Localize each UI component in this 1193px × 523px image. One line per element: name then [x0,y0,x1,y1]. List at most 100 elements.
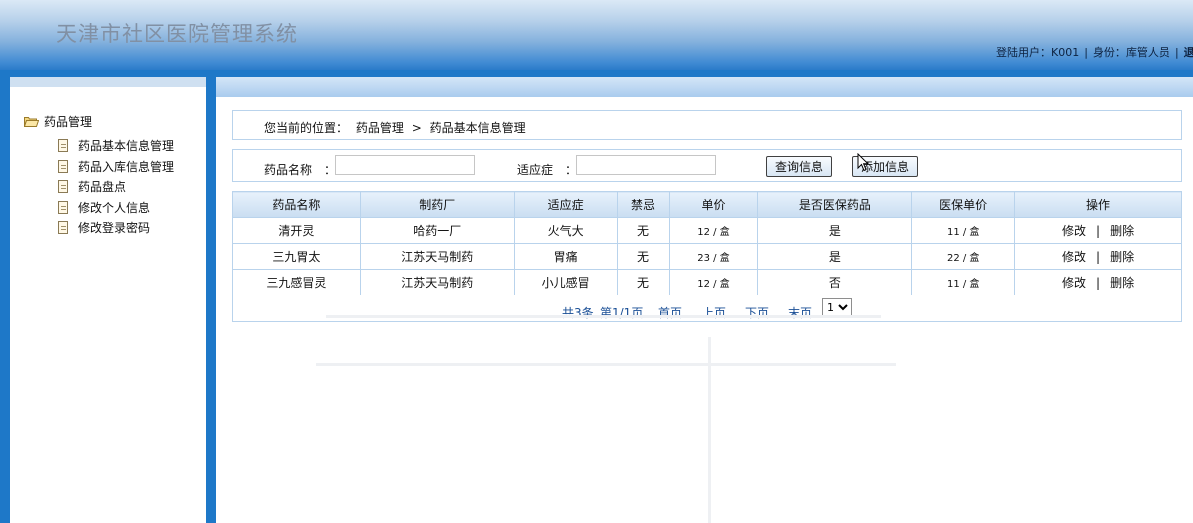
document-icon [58,180,68,193]
cell-insured: 否 [757,269,913,296]
breadcrumb-level-2: 药品基本信息管理 [429,121,526,135]
op-separator: | [1096,276,1101,290]
cell-insured-price: 11 / 盒 [911,269,1016,296]
ghost-artifact [708,337,711,523]
cell-drug-name: 三九感冒灵 [232,269,361,296]
sidebar-item-label: 药品盘点 [78,180,127,194]
document-icon [58,221,68,234]
sidebar-item-drug-basic-info[interactable]: 药品基本信息管理 [58,137,174,154]
table-header-row: 药品名称 制药厂 适应症 禁忌 单价 是否医保药品 医保单价 操作 [232,191,1182,218]
sidebar-item-edit-profile[interactable]: 修改个人信息 [58,199,150,216]
cell-maker: 江苏天马制药 [359,269,515,296]
cell-insured: 是 [757,217,913,244]
column-header: 操作 [1014,191,1182,218]
op-separator: | [1096,250,1101,264]
role-value: 库管人员 [1125,46,1170,59]
login-user-label: 登陆用户： [996,46,1051,59]
column-header: 单价 [668,191,759,218]
column-header: 制药厂 [359,191,515,218]
sidebar-item-label: 药品基本信息管理 [78,139,175,153]
sidebar-item-change-password[interactable]: 修改登录密码 [58,219,150,236]
edit-link[interactable]: 修改 [1062,250,1086,264]
table-row: 清开灵 哈药一厂 火气大 无 12 / 盒 是 11 / 盒 修改 | 删除 [232,217,1182,244]
column-header: 医保单价 [911,191,1016,218]
sidebar-item-label: 药品入库信息管理 [78,160,175,174]
ghost-artifact [326,315,881,318]
page-select[interactable]: 1 [822,298,852,316]
sidebar: 药品管理 药品基本信息管理 药品入库信息管理 药品盘点 修改个人信息 修改登录密… [10,77,206,523]
cell-insured-price: 11 / 盒 [911,217,1016,244]
cell-operations: 修改 | 删除 [1014,217,1182,244]
column-header: 是否医保药品 [757,191,913,218]
column-header: 禁忌 [616,191,670,218]
cell-operations: 修改 | 删除 [1014,243,1182,270]
divider: | [1174,46,1179,59]
mouse-pointer-icon [857,153,869,172]
cell-drug-name: 清开灵 [232,217,361,244]
pager-first-link[interactable]: 首页 [658,304,682,321]
cell-taboo: 无 [616,243,670,270]
cell-insured: 是 [757,243,913,270]
cell-price: 23 / 盒 [668,243,759,270]
pager-prev-link[interactable]: 上页 [702,304,726,321]
breadcrumb: 您当前的位置： 药品管理 > 药品基本信息管理 [264,119,530,136]
breadcrumb-prefix: 您当前的位置： [264,121,349,135]
column-header: 药品名称 [232,191,361,218]
cell-operations: 修改 | 删除 [1014,269,1182,296]
indication-label: 适应症 ： [517,163,578,177]
folder-open-icon [24,117,39,127]
cell-indication: 胃痛 [513,243,618,270]
document-icon [58,201,68,214]
sidebar-group-label: 药品管理 [44,115,93,129]
breadcrumb-panel: 您当前的位置： 药品管理 > 药品基本信息管理 [232,110,1182,140]
pager-total: 共3条 [562,306,594,320]
table-row: 三九胃太 江苏天马制药 胃痛 无 23 / 盒 是 22 / 盒 修改 | 删除 [232,243,1182,270]
document-icon [58,160,68,173]
pager-next-link[interactable]: 下页 [745,304,769,321]
app-header: 天津市社区医院管理系统 登陆用户：K001 | 身份：库管人员 | 退出 [0,0,1193,70]
cell-maker: 江苏天马制药 [359,243,515,270]
sidebar-group-drug-management[interactable]: 药品管理 [24,113,92,130]
column-header: 适应症 [513,191,618,218]
cell-maker: 哈药一厂 [359,217,515,244]
sidebar-item-label: 修改个人信息 [78,201,151,215]
pager-page-info: 第1/1页 [600,306,644,320]
cell-insured-price: 22 / 盒 [911,243,1016,270]
cell-price: 12 / 盒 [668,269,759,296]
breadcrumb-separator: > [411,121,422,135]
search-panel: 药品名称 ： 适应症 ： 查询信息 添加信息 [232,149,1182,182]
sidebar-item-label: 修改登录密码 [78,221,151,235]
drug-name-label: 药品名称 ： [264,163,337,177]
op-separator: | [1096,224,1101,238]
cell-indication: 火气大 [513,217,618,244]
role-label: 身份： [1092,46,1126,59]
main-top-bar [216,77,1193,97]
delete-link[interactable]: 删除 [1110,250,1134,264]
sidebar-item-drug-inventory[interactable]: 药品盘点 [58,178,126,195]
breadcrumb-level-1: 药品管理 [355,121,404,135]
cell-taboo: 无 [616,217,670,244]
cell-indication: 小儿感冒 [513,269,618,296]
cell-taboo: 无 [616,269,670,296]
delete-link[interactable]: 删除 [1110,224,1134,238]
query-button[interactable]: 查询信息 [766,156,833,177]
edit-link[interactable]: 修改 [1062,276,1086,290]
document-icon [58,139,68,152]
delete-link[interactable]: 删除 [1110,276,1134,290]
sidebar-item-drug-stock-in[interactable]: 药品入库信息管理 [58,158,174,175]
pager-last-link[interactable]: 末页 [788,304,812,321]
logout-link[interactable]: 退出 [1184,46,1193,59]
ghost-artifact [316,363,896,366]
drug-name-input[interactable] [335,155,475,175]
app-title: 天津市社区医院管理系统 [56,22,298,46]
user-info-bar: 登陆用户：K001 | 身份：库管人员 | 退出 [996,44,1193,60]
edit-link[interactable]: 修改 [1062,224,1086,238]
cell-price: 12 / 盒 [668,217,759,244]
main-panel: 您当前的位置： 药品管理 > 药品基本信息管理 药品名称 ： 适应症 ： 查询信… [216,77,1193,523]
divider: | [1084,46,1088,59]
cell-drug-name: 三九胃太 [232,243,361,270]
indication-input[interactable] [576,155,716,175]
login-user-value: K001 [1051,46,1080,59]
drug-table: 药品名称 制药厂 适应症 禁忌 单价 是否医保药品 医保单价 操作 清开灵 哈药… [232,191,1182,296]
table-row: 三九感冒灵 江苏天马制药 小儿感冒 无 12 / 盒 否 11 / 盒 修改 | 删… [232,269,1182,296]
